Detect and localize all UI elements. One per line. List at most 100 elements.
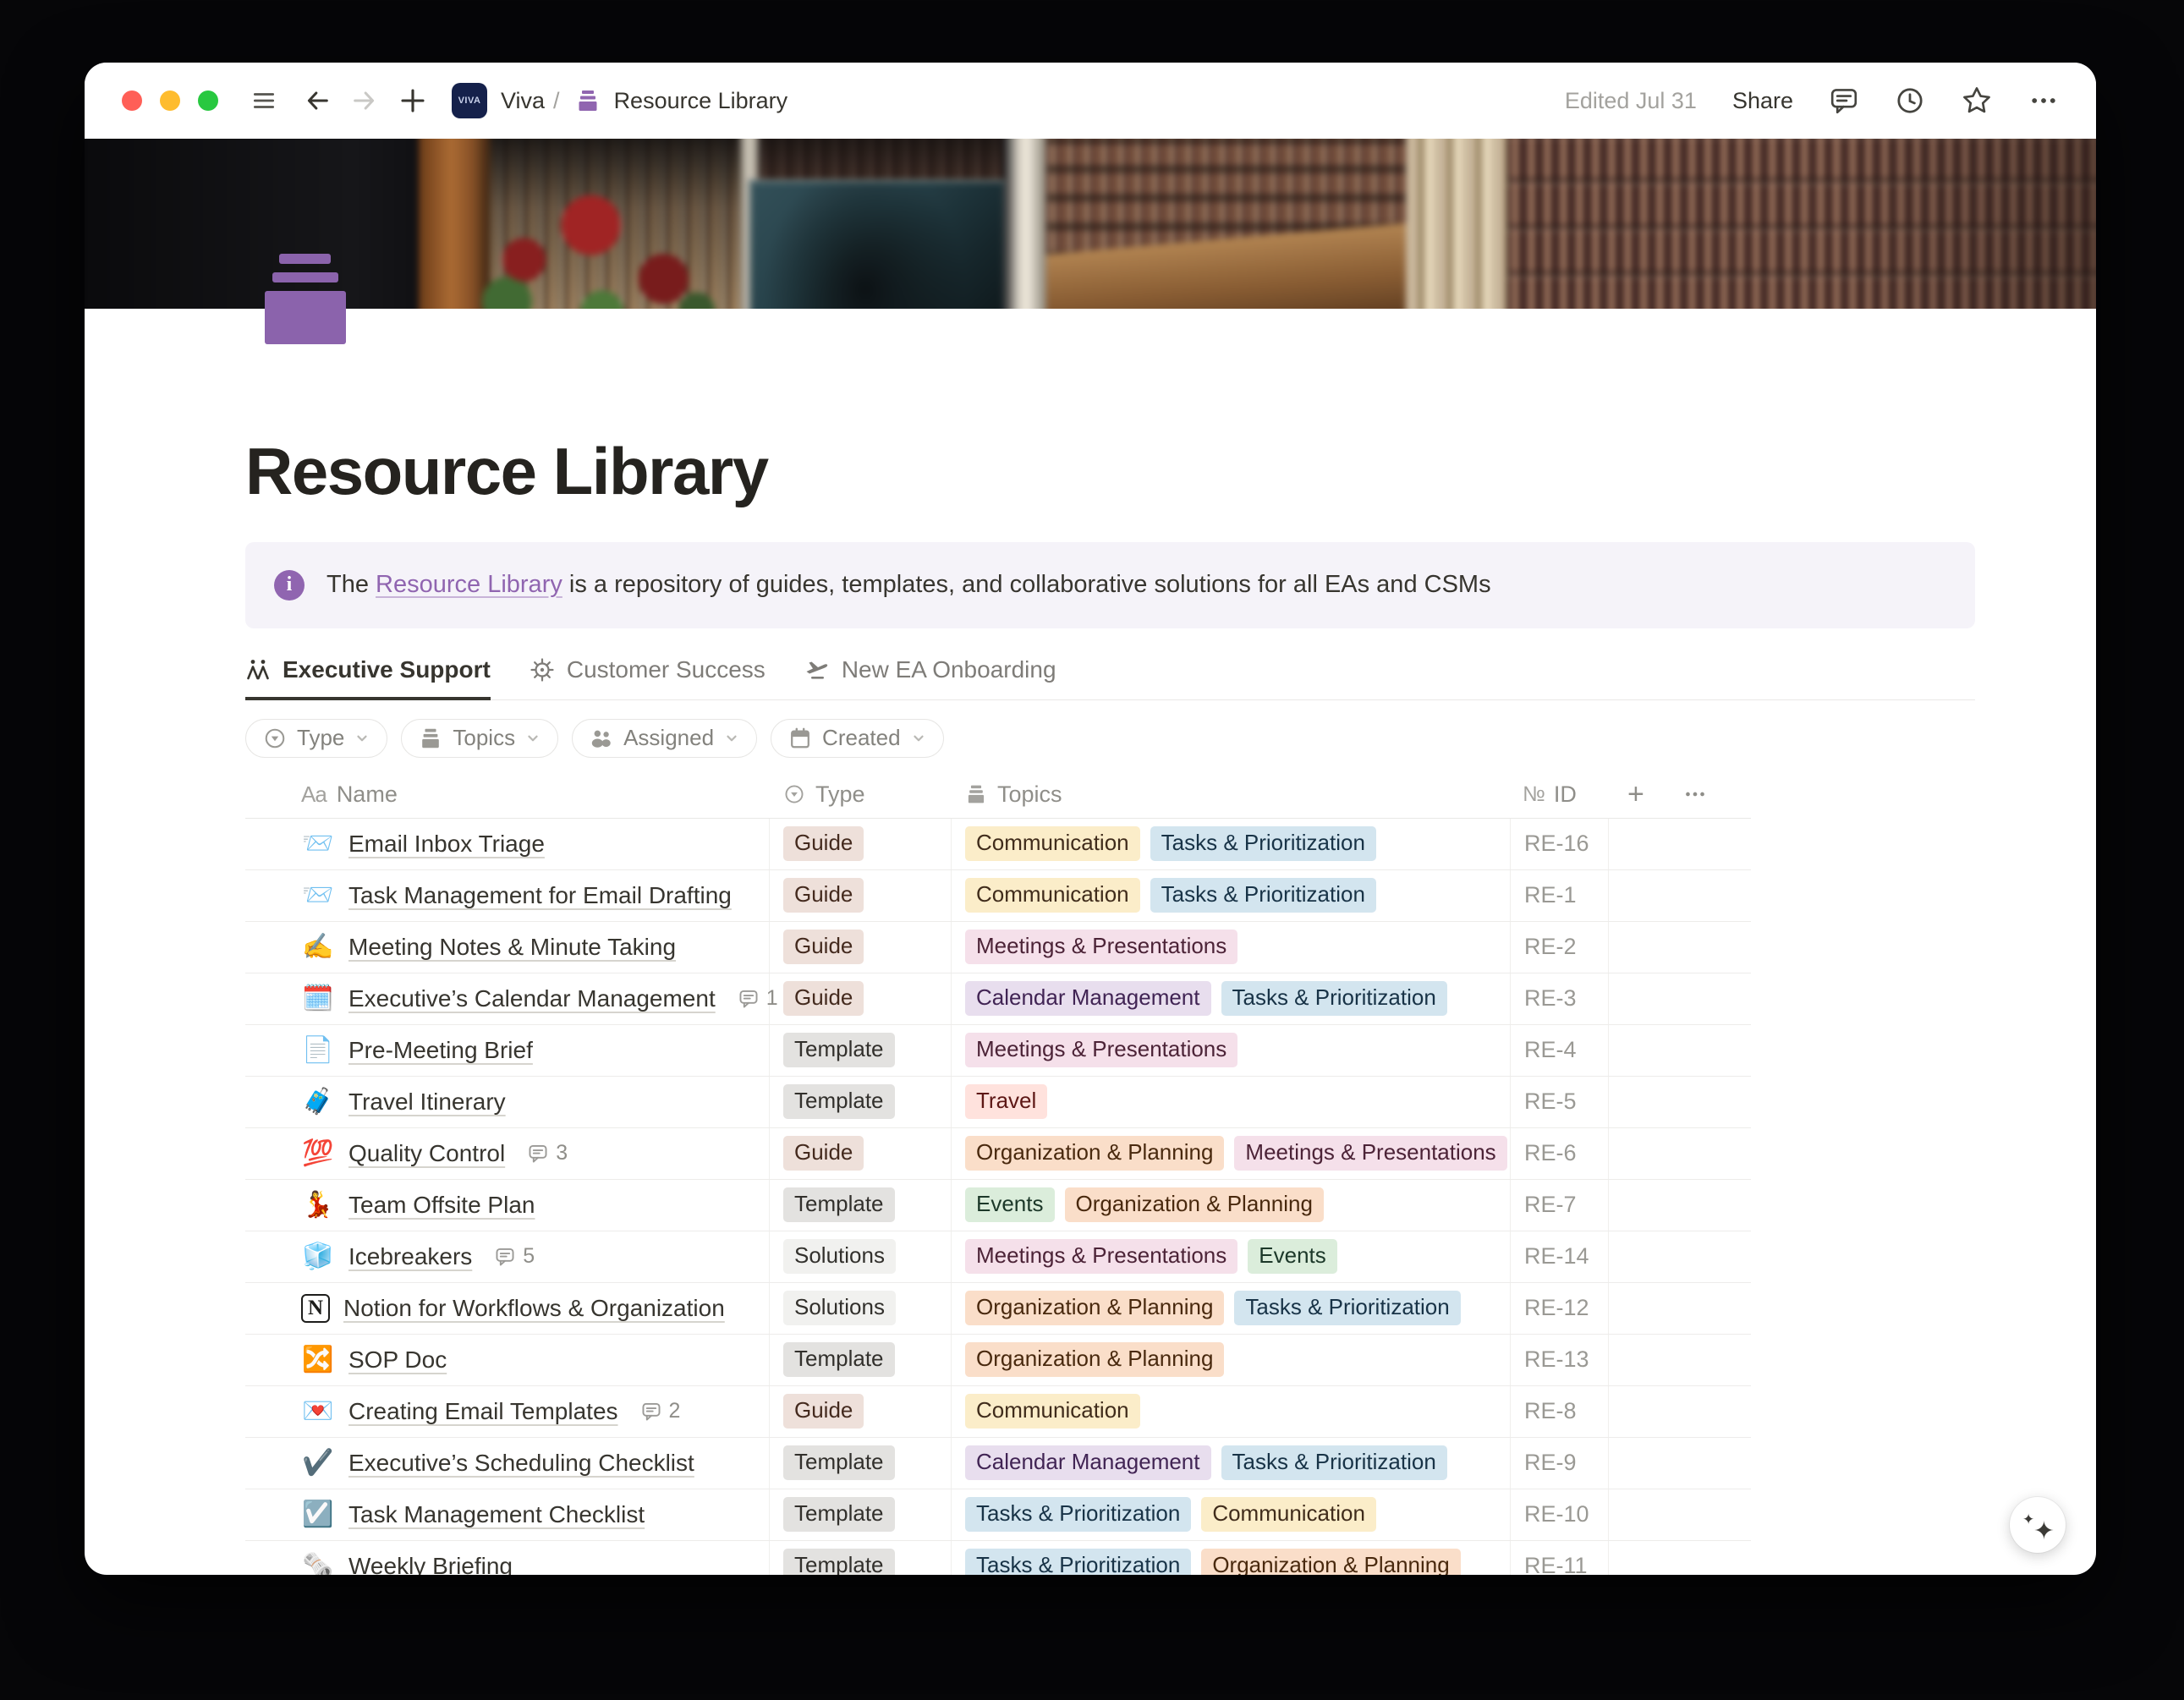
topics-cell[interactable]: Tasks & PrioritizationCommunication [952,1489,1511,1540]
page-title[interactable]: Resource Library [245,434,1975,510]
name-cell[interactable]: 🧳 Travel Itinerary [245,1077,770,1127]
type-cell[interactable]: Guide [770,870,952,921]
page-cover-image[interactable] [85,139,2096,309]
topics-cell[interactable]: CommunicationTasks & Prioritization [952,819,1511,869]
name-cell[interactable]: 📨 Task Management for Email Drafting [245,870,770,921]
page-link[interactable]: Team Offsite Plan [348,1192,535,1219]
new-page-button[interactable] [398,85,428,116]
topics-cell[interactable]: Calendar ManagementTasks & Prioritizatio… [952,973,1511,1024]
page-link[interactable]: Travel Itinerary [348,1089,506,1116]
type-cell[interactable]: Template [770,1541,952,1575]
page-archive-icon[interactable] [265,254,346,344]
id-cell[interactable]: RE-14 [1511,1231,1609,1282]
page-link[interactable]: Pre-Meeting Brief [348,1037,533,1064]
topics-cell[interactable]: Meetings & Presentations [952,922,1511,973]
id-cell[interactable]: RE-5 [1511,1077,1609,1127]
page-link[interactable]: Weekly Briefing [348,1553,513,1575]
page-link[interactable]: SOP Doc [348,1346,447,1374]
zoom-window-button[interactable] [198,90,218,111]
tab-executive-support[interactable]: Executive Support [245,656,491,700]
topics-cell[interactable]: EventsOrganization & Planning [952,1180,1511,1231]
comment-count[interactable]: 2 [640,1399,681,1423]
topics-cell[interactable]: Organization & PlanningTasks & Prioritiz… [952,1283,1511,1334]
type-cell[interactable]: Template [770,1025,952,1076]
id-cell[interactable]: RE-1 [1511,870,1609,921]
id-cell[interactable]: RE-2 [1511,922,1609,973]
topics-cell[interactable]: Travel [952,1077,1511,1127]
page-link[interactable]: Email Inbox Triage [348,831,545,858]
name-cell[interactable]: N Notion for Workflows & Organization [245,1283,770,1334]
type-cell[interactable]: Guide [770,1128,952,1179]
comment-count[interactable]: 3 [527,1141,568,1165]
page-link[interactable]: Icebreakers [348,1243,472,1270]
topics-cell[interactable]: Tasks & PrioritizationOrganization & Pla… [952,1541,1511,1575]
topics-cell[interactable]: Organization & PlanningMeetings & Presen… [952,1128,1511,1179]
id-cell[interactable]: RE-12 [1511,1283,1609,1334]
column-header-id[interactable]: № ID [1511,781,1609,808]
name-cell[interactable]: ✔️ Executive’s Scheduling Checklist [245,1438,770,1489]
topics-cell[interactable]: CommunicationTasks & Prioritization [952,870,1511,921]
type-cell[interactable]: Template [770,1335,952,1385]
page-link[interactable]: Creating Email Templates [348,1398,618,1425]
page-link[interactable]: Task Management for Email Drafting [348,882,732,909]
sidebar-menu-icon[interactable] [250,87,277,114]
id-cell[interactable]: RE-16 [1511,819,1609,869]
name-cell[interactable]: 📨 Email Inbox Triage [245,819,770,869]
type-cell[interactable]: Solutions [770,1283,952,1334]
name-cell[interactable]: 📄 Pre-Meeting Brief [245,1025,770,1076]
column-header-topics[interactable]: Topics [952,781,1511,808]
type-cell[interactable]: Guide [770,922,952,973]
tab-customer-success[interactable]: Customer Success [530,656,765,700]
topics-cell[interactable]: Meetings & PresentationsEvents [952,1231,1511,1282]
id-cell[interactable]: RE-13 [1511,1335,1609,1385]
type-cell[interactable]: Guide [770,819,952,869]
page-link[interactable]: Executive’s Calendar Management [348,985,716,1012]
id-cell[interactable]: RE-8 [1511,1386,1609,1437]
page-link[interactable]: Notion for Workflows & Organization [343,1295,725,1322]
filter-topics[interactable]: Topics [401,719,558,758]
page-link[interactable]: Task Management Checklist [348,1501,645,1528]
more-options-icon[interactable] [2028,85,2059,116]
column-header-name[interactable]: Aa Name [245,781,770,808]
name-cell[interactable]: 🗞️ Weekly Briefing [245,1541,770,1575]
topics-cell[interactable]: Meetings & Presentations [952,1025,1511,1076]
type-cell[interactable]: Template [770,1077,952,1127]
name-cell[interactable]: ✍️ Meeting Notes & Minute Taking [245,922,770,973]
ai-assistant-button[interactable]: ✦✦ [2010,1497,2066,1553]
type-cell[interactable]: Template [770,1180,952,1231]
page-link[interactable]: Quality Control [348,1140,505,1167]
workspace-logo[interactable]: VIVA [452,83,487,118]
topics-cell[interactable]: Organization & Planning [952,1335,1511,1385]
filter-type[interactable]: Type [245,719,387,758]
filter-assigned[interactable]: Assigned [572,719,757,758]
callout-page-link[interactable]: Resource Library [376,571,562,598]
type-cell[interactable]: Solutions [770,1231,952,1282]
name-cell[interactable]: 🗓️ Executive’s Calendar Management 1 [245,973,770,1024]
name-cell[interactable]: 💌 Creating Email Templates 2 [245,1386,770,1437]
tab-new-ea-onboarding[interactable]: New EA Onboarding [804,656,1056,700]
id-cell[interactable]: RE-6 [1511,1128,1609,1179]
comments-icon[interactable] [1829,85,1859,116]
name-cell[interactable]: ☑️ Task Management Checklist [245,1489,770,1540]
id-cell[interactable]: RE-4 [1511,1025,1609,1076]
topics-cell[interactable]: Calendar ManagementTasks & Prioritizatio… [952,1438,1511,1489]
id-cell[interactable]: RE-7 [1511,1180,1609,1231]
add-column-button[interactable]: + [1627,780,1644,809]
history-clock-icon[interactable] [1895,85,1925,116]
comment-count[interactable]: 5 [494,1244,535,1269]
name-cell[interactable]: 🧊 Icebreakers 5 [245,1231,770,1282]
close-window-button[interactable] [122,90,142,111]
page-link[interactable]: Executive’s Scheduling Checklist [348,1450,694,1477]
table-options-icon[interactable] [1682,781,1709,808]
share-button[interactable]: Share [1732,88,1793,114]
id-cell[interactable]: RE-3 [1511,973,1609,1024]
id-cell[interactable]: RE-10 [1511,1489,1609,1540]
type-cell[interactable]: Guide [770,1386,952,1437]
breadcrumb-workspace[interactable]: Viva [501,88,545,114]
topics-cell[interactable]: Communication [952,1386,1511,1437]
column-header-type[interactable]: Type [770,781,952,808]
back-button[interactable] [303,86,332,115]
favorite-star-icon[interactable] [1961,85,1993,117]
breadcrumb-page[interactable]: Resource Library [614,88,788,114]
forward-button[interactable] [350,86,379,115]
